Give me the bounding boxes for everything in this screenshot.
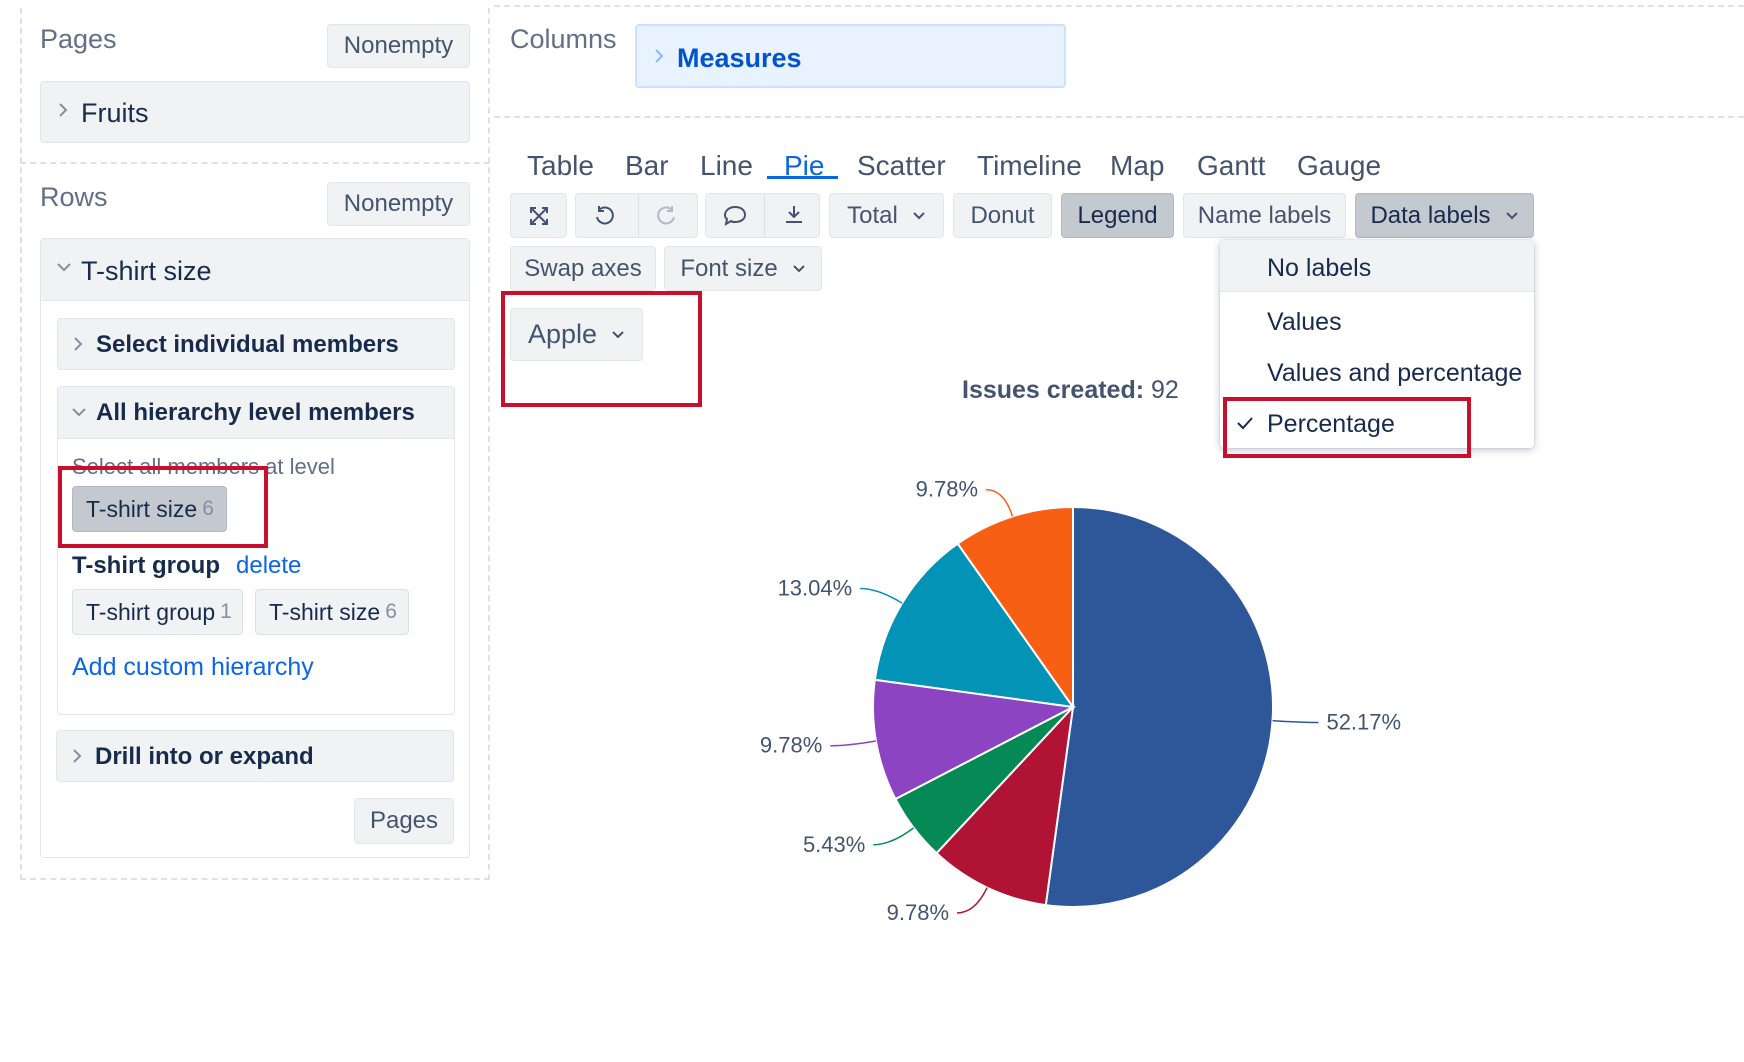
chevron-down-icon (1505, 211, 1519, 221)
pie-leader-line (830, 740, 877, 747)
left-panel-border-right (488, 8, 490, 880)
select-individual-label: Select individual members (96, 331, 399, 358)
columns-dimension-measures[interactable]: Measures (635, 24, 1066, 88)
tab-scatter[interactable]: Scatter (857, 150, 946, 182)
pie-data-label: 9.78% (760, 733, 822, 758)
data-labels-dropdown[interactable]: Data labels (1355, 193, 1534, 238)
divider (638, 194, 639, 237)
menu-item-values-and-percentage[interactable]: Values and percentage (1220, 359, 1534, 388)
group-chip-count: 1 (220, 600, 232, 623)
columns-label: Columns (510, 24, 617, 54)
divider (764, 194, 765, 237)
all-hierarchy-label: All hierarchy level members (96, 399, 415, 426)
top-border (494, 5, 1744, 7)
tab-line[interactable]: Line (700, 150, 753, 182)
chevron-down-icon (70, 406, 88, 418)
pie-slice[interactable] (1044, 505, 1274, 908)
chevron-right-icon (57, 100, 69, 120)
highlight-level-chip (58, 466, 268, 548)
pie-data-label: 9.78% (916, 477, 978, 502)
chart-title-value: 92 (1151, 376, 1179, 404)
total-label: Total (847, 201, 898, 229)
add-custom-hierarchy-link[interactable]: Add custom hierarchy (72, 653, 314, 682)
tab-gantt[interactable]: Gantt (1197, 150, 1265, 182)
pie-leader-line (1272, 719, 1319, 724)
tshirt-size-header[interactable]: T-shirt size (41, 239, 469, 301)
group-chip-label: T-shirt group (86, 598, 216, 625)
delete-link[interactable]: delete (236, 552, 301, 580)
drill-into-expand[interactable]: Drill into or expand (56, 730, 454, 782)
swap-axes-button[interactable]: Swap axes (510, 246, 656, 291)
group-chip-tshirt-size[interactable]: T-shirt size 6 (255, 589, 409, 635)
fruits-label: Fruits (81, 98, 149, 128)
font-size-label: Font size (680, 254, 778, 282)
pie-leader-line (957, 887, 988, 914)
measures-label: Measures (677, 43, 802, 73)
chevron-down-icon (912, 211, 926, 221)
select-individual-members[interactable]: Select individual members (57, 318, 455, 370)
total-dropdown[interactable]: Total (829, 193, 944, 238)
group-chip-label: T-shirt size (269, 598, 381, 625)
group-chip-count: 6 (385, 600, 397, 623)
pie-chart: 52.17% 9.78% 5.43% 9.78% 13.04% 9.78% (760, 477, 1401, 925)
group-chip-tshirt-group[interactable]: T-shirt group 1 (72, 589, 243, 635)
name-labels-button[interactable]: Name labels (1183, 193, 1346, 238)
chevron-right-icon (72, 334, 84, 354)
columns-divider (494, 116, 1744, 118)
pie-leader-line (860, 587, 903, 604)
tab-bar[interactable]: Bar (625, 150, 669, 182)
pages-nonempty-button[interactable]: Nonempty (327, 24, 470, 68)
drill-label: Drill into or expand (95, 743, 314, 770)
left-panel-border-bottom (20, 878, 490, 880)
chart-title: Issues created: 92 (962, 376, 1179, 405)
pages-dimension-fruits[interactable]: Fruits (40, 81, 470, 143)
chart-title-label: Issues created: (962, 376, 1145, 404)
font-size-dropdown[interactable]: Font size (664, 246, 822, 291)
menu-item-no-labels[interactable]: No labels (1220, 254, 1534, 283)
pages-rows-divider (20, 162, 490, 164)
pie-leader-line (985, 488, 1014, 517)
highlight-page-selector (501, 291, 702, 407)
tab-map[interactable]: Map (1110, 150, 1164, 182)
active-tab-indicator (767, 176, 838, 179)
all-hierarchy-header[interactable]: All hierarchy level members (58, 387, 454, 439)
pie-data-label: 5.43% (803, 832, 865, 857)
rows-label: Rows (40, 182, 108, 212)
tab-table[interactable]: Table (527, 150, 594, 182)
donut-button[interactable]: Donut (953, 193, 1052, 238)
rows-nonempty-button[interactable]: Nonempty (327, 182, 470, 226)
menu-item-values[interactable]: Values (1220, 308, 1534, 337)
tshirt-group-label: T-shirt group (72, 552, 220, 579)
chevron-right-icon (653, 46, 665, 66)
tshirt-size-title: T-shirt size (81, 256, 212, 286)
left-panel-border-left (20, 8, 22, 880)
comment-icon[interactable] (722, 204, 748, 228)
download-icon[interactable] (782, 203, 806, 227)
data-labels-label: Data labels (1370, 201, 1491, 229)
redo-icon[interactable] (654, 204, 678, 228)
pages-label: Pages (40, 24, 117, 54)
pie-data-label: 9.78% (887, 900, 949, 925)
chevron-right-icon (71, 746, 83, 766)
undo-redo-group (575, 193, 698, 238)
undo-icon[interactable] (593, 204, 617, 228)
tab-gauge[interactable]: Gauge (1297, 150, 1381, 182)
pages-button[interactable]: Pages (354, 798, 454, 844)
highlight-percentage-option (1223, 397, 1471, 458)
legend-button[interactable]: Legend (1061, 193, 1174, 238)
pie-data-label: 52.17% (1326, 710, 1401, 735)
tab-timeline[interactable]: Timeline (977, 150, 1082, 182)
pie-leader-line (873, 827, 915, 846)
expand-icon (528, 205, 550, 227)
chevron-down-icon (792, 264, 806, 274)
fullscreen-button[interactable] (510, 193, 567, 238)
pie-data-label: 13.04% (778, 576, 853, 601)
chevron-down-icon (55, 261, 73, 273)
comment-export-group (705, 193, 820, 238)
